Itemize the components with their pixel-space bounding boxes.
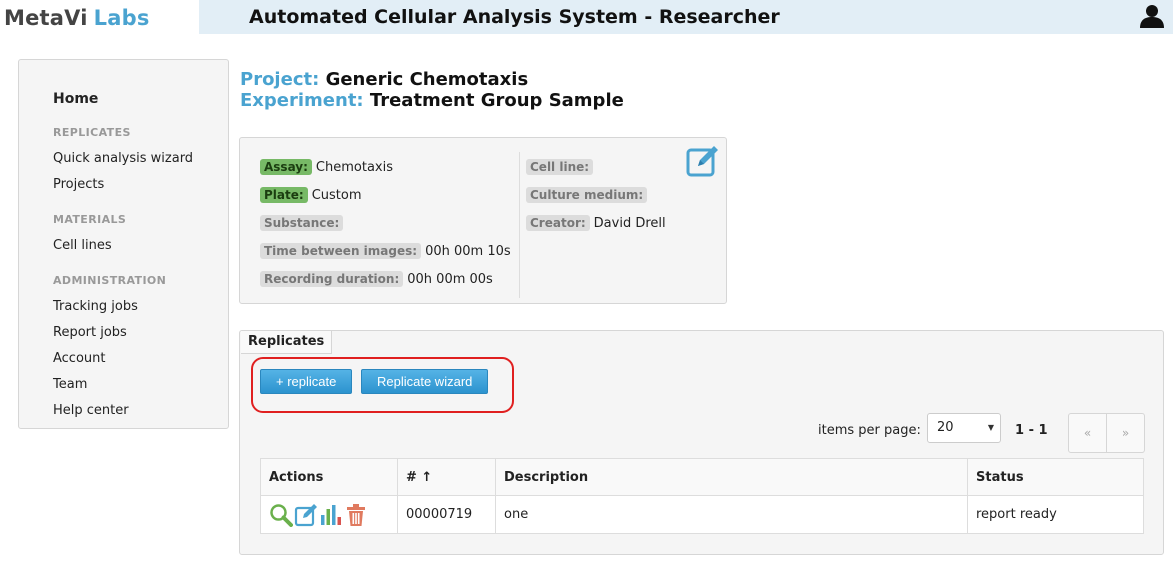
substance-label: Substance: [260,215,344,231]
row-description: one [495,495,968,534]
sidebar-item-projects[interactable]: Projects [53,177,104,192]
edit-experiment-icon[interactable] [686,144,720,178]
plate-label: Plate: [260,187,308,203]
bar-chart-icon[interactable] [319,503,343,527]
assay-value: Chemotaxis [315,160,393,175]
time-between-images-row: Time between images: 00h 00m 10s [260,243,511,259]
cell-line-label: Cell line: [526,159,594,175]
logo-text-accent: Labs [93,6,150,30]
assay-row: Assay: Chemotaxis [260,159,393,175]
sidebar-item-account[interactable]: Account [53,351,106,366]
culture-medium-label: Culture medium: [526,187,648,203]
sidebar-item-quick-analysis-wizard[interactable]: Quick analysis wizard [53,151,193,166]
items-per-page-label: items per page: [818,423,921,438]
experiment-info-panel: Assay: Chemotaxis Plate: Custom Substance:… [239,137,727,304]
column-header-number[interactable]: # ↑ [397,458,496,496]
sidebar-item-tracking-jobs[interactable]: Tracking jobs [53,299,138,314]
info-divider [519,152,520,298]
trash-icon[interactable] [344,503,368,527]
recording-duration-row: Recording duration: 00h 00m 00s [260,271,493,287]
user-icon[interactable] [1139,4,1165,28]
experiment-label: Experiment: [240,90,364,111]
app-title: Automated Cellular Analysis System - Res… [249,6,780,28]
creator-value: David Drell [593,216,666,231]
sidebar-item-team[interactable]: Team [53,377,87,392]
plate-value: Custom [311,188,362,203]
project-heading: Project: Generic Chemotaxis [240,69,528,90]
project-name: Generic Chemotaxis [325,69,529,90]
top-bar: Automated Cellular Analysis System - Res… [199,0,1173,34]
replicate-wizard-button[interactable]: Replicate wizard [361,369,489,394]
sidebar-item-help-center[interactable]: Help center [53,403,129,418]
row-status: report ready [967,495,1144,534]
edit-icon[interactable] [294,503,318,527]
row-number: 00000719 [397,495,496,534]
items-per-page-select[interactable]: 20 ▼ [927,413,1001,443]
assay-label: Assay: [260,159,312,175]
replicates-panel: Replicates + replicate Replicate wizard … [239,330,1164,555]
experiment-name: Treatment Group Sample [369,90,624,111]
sidebar-item-report-jobs[interactable]: Report jobs [53,325,127,340]
prev-page-button[interactable]: « [1069,414,1107,452]
search-icon[interactable] [269,503,293,527]
experiment-heading: Experiment: Treatment Group Sample [240,90,624,111]
logo[interactable]: MetaVi Labs [4,6,150,36]
column-header-actions: Actions [260,458,398,496]
recording-duration-value: 00h 00m 00s [407,272,493,287]
replicates-table: Actions # ↑ Description Status 00000719 … [260,458,1144,534]
next-page-button[interactable]: » [1107,414,1144,452]
column-header-description[interactable]: Description [495,458,968,496]
pagination-range: 1 - 1 [1015,423,1048,438]
time-between-images-label: Time between images: [260,243,422,259]
sidebar-item-cell-lines[interactable]: Cell lines [53,238,112,253]
culture-medium-row: Culture medium: [526,187,651,203]
substance-row: Substance: [260,215,347,231]
table-row: 00000719 one report ready [260,495,1144,534]
sidebar-nav: Home REPLICATES Quick analysis wizard Pr… [18,59,229,429]
logo-text-main: MetaVi [4,6,88,30]
row-actions [260,495,398,534]
recording-duration-label: Recording duration: [260,271,404,287]
tab-replicates[interactable]: Replicates [241,331,333,354]
creator-label: Creator: [526,215,590,231]
sidebar-section-administration: ADMINISTRATION [53,274,167,287]
plate-row: Plate: Custom [260,187,362,203]
sidebar-section-replicates: REPLICATES [53,126,131,139]
creator-row: Creator: David Drell [526,215,666,231]
add-replicate-button[interactable]: + replicate [260,369,353,394]
cell-line-row: Cell line: [526,159,597,175]
project-label: Project: [240,69,320,90]
sidebar-section-materials: MATERIALS [53,213,127,226]
sidebar-item-home[interactable]: Home [53,91,98,107]
time-between-images-value: 00h 00m 10s [425,244,511,259]
items-per-page-value: 20 [937,420,954,435]
column-header-status[interactable]: Status [967,458,1144,496]
table-header-row: Actions # ↑ Description Status [260,458,1144,496]
chevron-down-icon: ▼ [987,423,994,432]
pagination: « » [1068,413,1145,453]
